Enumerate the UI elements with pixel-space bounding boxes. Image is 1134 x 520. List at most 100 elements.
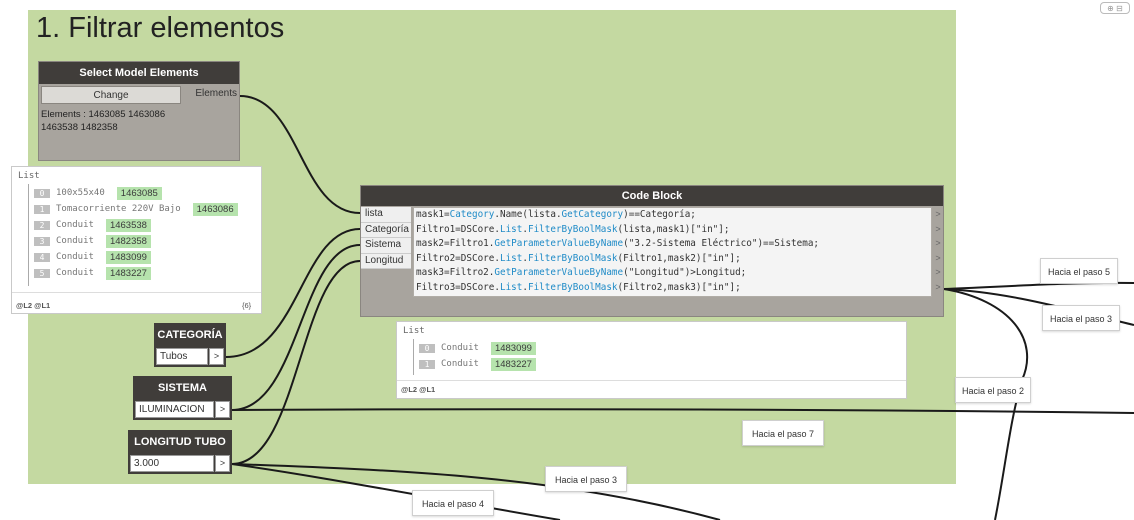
longitud-input-node[interactable]: LONGITUD TUBO 3.000 > bbox=[128, 430, 232, 474]
list-item: 1 Conduit 1483227 bbox=[419, 356, 719, 372]
code-text: )==Categoría; bbox=[623, 209, 696, 220]
input-port-longitud[interactable]: Longitud bbox=[361, 253, 411, 270]
note-hacia-paso-4[interactable]: Hacia el paso 4 bbox=[412, 490, 494, 516]
note-hacia-paso-2[interactable]: Hacia el paso 2 bbox=[955, 377, 1031, 403]
code-line: mask1=Category.Name(lista.GetCategory)==… bbox=[416, 208, 931, 223]
list-item: 0 100x55x40 1463085 bbox=[34, 185, 260, 201]
item-index: 0 bbox=[419, 343, 435, 353]
list-rows: 0 Conduit 1483099 1 Conduit 1483227 bbox=[419, 340, 719, 372]
output-port[interactable]: > bbox=[933, 251, 943, 266]
output-port[interactable]: > bbox=[933, 280, 943, 295]
code-line: Filtro3=DSCore.List.FilterByBoolMask(Fil… bbox=[416, 281, 931, 296]
sistema-input-node[interactable]: SISTEMA ILUMINACION > bbox=[133, 376, 232, 420]
note-hacia-paso-3[interactable]: Hacia el paso 3 bbox=[545, 466, 627, 492]
code-line: mask2=Filtro1.GetParameterValueByName("3… bbox=[416, 237, 931, 252]
code-keyword: GetParameterValueByName bbox=[494, 238, 624, 250]
graph-canvas[interactable]: 1. Filtrar elementos Select Model Elemen… bbox=[0, 0, 1134, 520]
output-port[interactable]: > bbox=[933, 265, 943, 280]
code-line: mask3=Filtro2.GetParameterValueByName("L… bbox=[416, 266, 931, 281]
item-name: Conduit bbox=[441, 343, 479, 353]
code-line: Filtro1=DSCore.List.FilterByBoolMask(lis… bbox=[416, 223, 931, 238]
list-levels: @L2 @L1 bbox=[16, 301, 51, 310]
code-text: mask3=Filtro2. bbox=[416, 267, 495, 279]
wire-sistema-to-paso7 bbox=[231, 408, 1134, 414]
longitud-output-port[interactable]: > bbox=[215, 455, 230, 472]
input-port-lista[interactable]: lista bbox=[361, 207, 411, 223]
change-button[interactable]: Change bbox=[41, 86, 181, 104]
item-index: 5 bbox=[34, 268, 50, 278]
list-rows: 0 100x55x40 1463085 1 Tomacorriente 220V Ba… bbox=[34, 185, 260, 281]
list-tree-line bbox=[28, 184, 29, 286]
code-keyword: FilterByBoolMask bbox=[527, 252, 618, 264]
item-name: Conduit bbox=[56, 220, 94, 230]
watch-preview-2[interactable]: List 0 Conduit 1483099 1 Conduit 1483227 @L2… bbox=[396, 321, 907, 399]
code-text: mask1= bbox=[416, 209, 450, 220]
item-value: 1482358 bbox=[105, 234, 151, 248]
select-model-elements-node[interactable]: Select Model Elements Change Elements El… bbox=[38, 61, 240, 161]
item-index: 2 bbox=[34, 220, 50, 230]
item-value: 1463086 bbox=[192, 202, 238, 216]
note-hacia-paso-7[interactable]: Hacia el paso 7 bbox=[742, 420, 824, 446]
code-text: (Filtro2,mask3)["in"]; bbox=[617, 281, 741, 293]
item-name: 100x55x40 bbox=[56, 188, 105, 198]
item-name: Tomacorriente 220V Bajo bbox=[56, 204, 181, 214]
code-text: .Name(lista. bbox=[494, 209, 562, 220]
list-levels: @L2 @L1 bbox=[401, 385, 436, 394]
categoria-value[interactable]: Tubos bbox=[156, 348, 208, 365]
list-item: 0 Conduit 1483099 bbox=[419, 340, 719, 356]
code-output-ports: > > > > > > bbox=[933, 207, 943, 295]
code-keyword: List bbox=[499, 281, 523, 293]
code-text: Filtro3=DSCore. bbox=[416, 281, 500, 293]
code-keyword: FilterByBoolMask bbox=[527, 281, 618, 293]
note-hacia-paso-3-right[interactable]: Hacia el paso 3 bbox=[1042, 305, 1120, 331]
node-title: LONGITUD TUBO bbox=[128, 430, 232, 454]
categoria-input-node[interactable]: CATEGORÍA Tubos > bbox=[154, 323, 226, 367]
item-index: 3 bbox=[34, 236, 50, 246]
item-index: 1 bbox=[419, 359, 435, 369]
code-keyword: GetCategory bbox=[561, 209, 624, 220]
code-keyword: GetParameterValueByName bbox=[494, 267, 624, 279]
code-block-node[interactable]: Code Block lista Categoría Sistema Longi… bbox=[360, 185, 944, 317]
code-text: (lista,mask1)["in"]; bbox=[617, 223, 730, 235]
wire-longitud-to-paso4 bbox=[231, 463, 561, 520]
view-controls-icon[interactable]: ⊕ ⊟ bbox=[1100, 2, 1130, 14]
list-item: 2 Conduit 1463538 bbox=[34, 217, 260, 233]
item-name: Conduit bbox=[56, 252, 94, 262]
list-tree-line bbox=[413, 339, 414, 375]
node-title: Select Model Elements bbox=[39, 62, 239, 84]
list-item: 5 Conduit 1483227 bbox=[34, 265, 260, 281]
code-text: (Filtro1,mask2)["in"]; bbox=[617, 252, 741, 264]
watch-preview-1[interactable]: List 0 100x55x40 1463085 1 Tomacorriente 22… bbox=[11, 166, 262, 314]
code-editor[interactable]: mask1=Category.Name(lista.GetCategory)==… bbox=[413, 207, 932, 297]
selection-info: Elements : 1463085 1463086 1463538 14823… bbox=[41, 109, 166, 133]
item-value: 1483099 bbox=[490, 341, 536, 355]
item-index: 1 bbox=[34, 204, 50, 214]
watch-divider bbox=[12, 292, 261, 293]
input-port-sistema[interactable]: Sistema bbox=[361, 238, 411, 254]
elements-output-port[interactable]: Elements bbox=[185, 88, 237, 99]
item-value: 1463538 bbox=[105, 218, 151, 232]
item-value: 1483227 bbox=[105, 266, 151, 280]
code-keyword: FilterByBoolMask bbox=[527, 223, 618, 235]
code-block-title: Code Block bbox=[361, 186, 943, 206]
item-index: 4 bbox=[34, 252, 50, 262]
list-count: {6} bbox=[242, 301, 252, 310]
list-item: 1 Tomacorriente 220V Bajo 1463086 bbox=[34, 201, 260, 217]
sistema-output-port[interactable]: > bbox=[215, 401, 230, 418]
categoria-output-port[interactable]: > bbox=[209, 348, 224, 365]
list-item: 4 Conduit 1483099 bbox=[34, 249, 260, 265]
code-text: Filtro1=DSCore. bbox=[416, 223, 500, 235]
output-port[interactable]: > bbox=[933, 222, 943, 237]
input-port-categoria[interactable]: Categoría bbox=[361, 222, 411, 239]
code-text: ("3.2-Sistema Eléctrico")==Sistema; bbox=[623, 238, 820, 250]
sistema-value[interactable]: ILUMINACION bbox=[135, 401, 214, 418]
list-item: 3 Conduit 1482358 bbox=[34, 233, 260, 249]
code-keyword: List bbox=[499, 252, 523, 264]
node-title: SISTEMA bbox=[133, 376, 232, 400]
output-port[interactable]: > bbox=[933, 207, 943, 222]
output-port[interactable]: > bbox=[933, 236, 943, 251]
note-hacia-paso-5[interactable]: Hacia el paso 5 bbox=[1040, 258, 1118, 284]
list-title: List bbox=[403, 326, 425, 336]
longitud-value[interactable]: 3.000 bbox=[130, 455, 214, 472]
code-block-inputs: lista Categoría Sistema Longitud bbox=[361, 207, 411, 270]
